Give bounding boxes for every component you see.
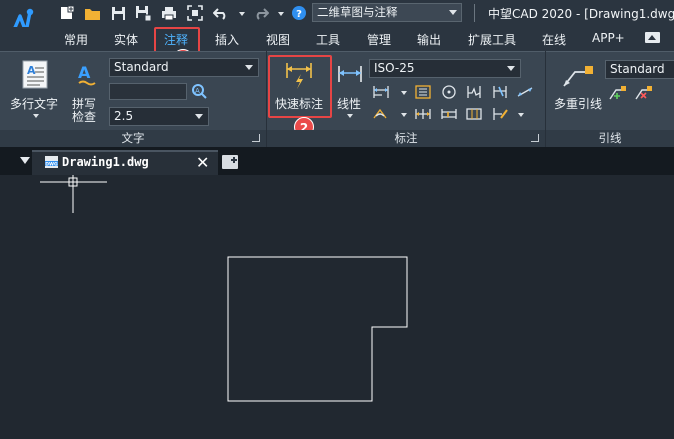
tab-manage[interactable]: 管理 bbox=[367, 31, 391, 48]
multiline-text-label[interactable]: 多行文字 bbox=[10, 95, 58, 112]
redo-dropdown-icon[interactable] bbox=[278, 12, 284, 16]
quick-dimension-highlight bbox=[268, 55, 332, 118]
undo-dropdown-icon[interactable] bbox=[239, 12, 245, 16]
print-icon[interactable] bbox=[160, 4, 178, 22]
minimize-ribbon-icon[interactable] bbox=[645, 32, 660, 43]
workspace-select[interactable]: 二维草图与注释 bbox=[312, 3, 462, 22]
l-shaped-polyline[interactable] bbox=[227, 256, 408, 402]
chevron-down-icon bbox=[449, 10, 457, 15]
svg-text:A: A bbox=[78, 63, 91, 82]
spell-check-label-2[interactable]: 检查 bbox=[72, 108, 96, 125]
tab-view[interactable]: 视图 bbox=[266, 31, 290, 48]
tab-app-plus[interactable]: APP+ bbox=[592, 31, 625, 45]
window-title: 中望CAD 2020 - [Drawing1.dwg] bbox=[488, 7, 674, 21]
multiline-text-icon[interactable]: A bbox=[22, 60, 50, 90]
drawing-svg bbox=[40, 175, 408, 402]
spell-check-icon[interactable]: A bbox=[76, 62, 100, 88]
text-height-select[interactable]: 2.5 bbox=[109, 107, 209, 126]
dimension-style-value: ISO-25 bbox=[374, 61, 415, 75]
save-as-icon[interactable] bbox=[134, 4, 152, 22]
linear-dimension-label[interactable]: 线性 bbox=[337, 95, 361, 112]
svg-text:A: A bbox=[27, 64, 36, 77]
tab-insert[interactable]: 插入 bbox=[215, 31, 239, 48]
undo-icon[interactable] bbox=[212, 4, 230, 22]
text-height-value: 2.5 bbox=[114, 109, 134, 123]
tab-online[interactable]: 在线 bbox=[542, 31, 566, 48]
help-icon[interactable]: ? bbox=[290, 4, 308, 22]
text-style-select[interactable]: Standard bbox=[109, 58, 259, 77]
new-file-icon[interactable] bbox=[58, 4, 76, 22]
text-style-value: Standard bbox=[114, 60, 169, 74]
dim-edit-icon[interactable] bbox=[491, 106, 509, 122]
remove-leader-icon[interactable] bbox=[634, 85, 652, 101]
save-icon[interactable] bbox=[109, 4, 127, 22]
tab-output[interactable]: 输出 bbox=[417, 31, 441, 48]
baseline-dropdown-icon[interactable] bbox=[401, 91, 407, 95]
svg-text:?: ? bbox=[296, 9, 302, 20]
tab-tools[interactable]: 工具 bbox=[316, 31, 340, 48]
leader-style-select[interactable]: Standard bbox=[605, 60, 674, 79]
dim-break-icon[interactable] bbox=[491, 84, 509, 100]
svg-text:DWG: DWG bbox=[45, 162, 58, 168]
angular-dim-icon[interactable] bbox=[372, 106, 390, 122]
annotate-tab-highlight bbox=[154, 27, 200, 53]
multileader-icon[interactable] bbox=[561, 62, 595, 90]
multiline-text-dropdown-icon[interactable] bbox=[33, 114, 39, 118]
linear-dimension-icon[interactable] bbox=[337, 62, 363, 86]
dwg-file-icon: DWG bbox=[44, 155, 59, 169]
linear-dropdown-icon[interactable] bbox=[347, 114, 353, 118]
text-panel-title: 文字 bbox=[0, 130, 266, 147]
drawing-canvas[interactable] bbox=[0, 175, 674, 439]
preview-icon[interactable] bbox=[186, 4, 204, 22]
tab-solid[interactable]: 实体 bbox=[114, 31, 138, 48]
tab-extend-tools[interactable]: 扩展工具 bbox=[468, 31, 516, 48]
center-mark-icon[interactable] bbox=[440, 84, 458, 100]
document-menu-dropdown-icon[interactable] bbox=[20, 157, 30, 164]
title-divider bbox=[474, 4, 475, 22]
find-replace-icon[interactable]: A bbox=[191, 83, 209, 99]
close-icon[interactable]: ✕ bbox=[196, 153, 209, 172]
new-document-tab-icon[interactable] bbox=[222, 155, 238, 169]
svg-text:A: A bbox=[195, 87, 200, 95]
dimension-panel-title: 标注 bbox=[267, 130, 545, 147]
angular-dropdown-icon[interactable] bbox=[401, 113, 407, 117]
document-tab-label: Drawing1.dwg bbox=[62, 155, 149, 169]
open-folder-icon[interactable] bbox=[83, 4, 101, 22]
text-panel-launcher-icon[interactable] bbox=[252, 134, 260, 142]
leader-style-value: Standard bbox=[610, 62, 665, 76]
add-leader-icon[interactable] bbox=[608, 85, 626, 101]
baseline-dim-icon[interactable] bbox=[372, 84, 390, 100]
tolerance-icon[interactable] bbox=[465, 106, 483, 122]
jog-line-icon[interactable] bbox=[465, 84, 483, 100]
crosshair-cursor-icon bbox=[40, 175, 107, 213]
dimension-panel-launcher-icon[interactable] bbox=[531, 134, 539, 142]
multileader-label[interactable]: 多重引线 bbox=[554, 95, 602, 112]
find-text-input[interactable] bbox=[109, 83, 187, 100]
chevron-down-icon bbox=[507, 66, 515, 71]
redo-icon[interactable] bbox=[252, 4, 270, 22]
dimension-style-select[interactable]: ISO-25 bbox=[369, 59, 521, 78]
dim-edit-dropdown-icon[interactable] bbox=[518, 113, 524, 117]
continue-dim-icon[interactable] bbox=[414, 106, 432, 122]
chevron-down-icon bbox=[245, 65, 253, 70]
leader-panel-title: 引线 bbox=[546, 130, 674, 147]
tab-home[interactable]: 常用 bbox=[64, 31, 88, 48]
oblique-dim-icon[interactable] bbox=[516, 84, 534, 100]
dim-space-icon[interactable] bbox=[440, 106, 458, 122]
workspace-select-value: 二维草图与注释 bbox=[317, 5, 398, 19]
chevron-down-icon bbox=[195, 114, 203, 119]
ordinate-dim-icon[interactable] bbox=[414, 84, 432, 100]
